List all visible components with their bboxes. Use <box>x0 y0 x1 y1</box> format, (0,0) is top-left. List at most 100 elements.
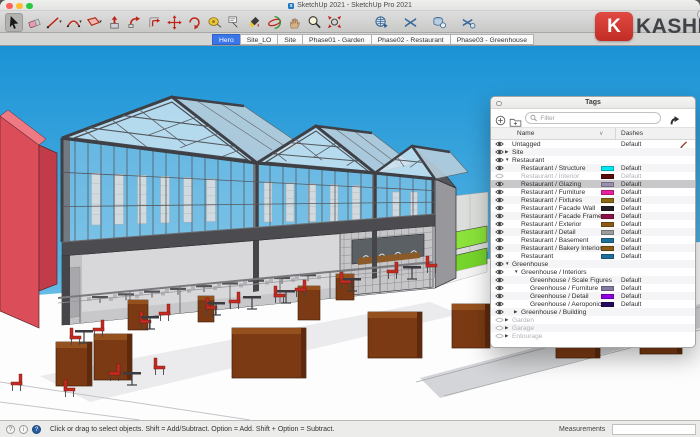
measurements-input[interactable] <box>612 424 696 435</box>
tag-dashes-value[interactable]: Default <box>621 253 641 260</box>
select-tool[interactable] <box>5 12 23 32</box>
tag-row-restaurant-facade-frame[interactable]: Restaurant / Facade Frame Default <box>491 212 695 220</box>
tag-color-swatch[interactable] <box>601 253 614 259</box>
scene-tab-site-lo[interactable]: Site_LO <box>239 34 279 45</box>
line-tool-dropdown-icon[interactable]: ▾ <box>59 19 62 25</box>
tag-dashes-value[interactable]: Default <box>621 173 641 180</box>
tag-row-restaurant[interactable]: Restaurant Default <box>491 252 695 260</box>
disclosure-expanded-icon[interactable]: ▼ <box>505 261 509 266</box>
tag-row-greenhouse-furniture[interactable]: Greenhouse / Furniture Default <box>491 284 695 292</box>
add-location-tool[interactable] <box>372 13 390 32</box>
tape-measure-tool[interactable] <box>205 13 223 32</box>
tag-dashes-value[interactable]: Default <box>621 189 641 196</box>
line-tool[interactable]: ▾ <box>45 13 63 32</box>
tag-row-greenhouse-folder[interactable]: ▼ Greenhouse <box>491 260 695 268</box>
tag-dashes-value[interactable]: Default <box>621 181 641 188</box>
tag-row-restaurant-glazing[interactable]: Restaurant / Glazing Default <box>491 180 695 188</box>
help-circle-icon[interactable]: ? <box>6 425 15 434</box>
tag-row-greenhouse-interiors-folder[interactable]: ▼ Greenhouse / Interiors <box>491 268 695 276</box>
info-circle-icon[interactable]: i <box>19 425 28 434</box>
scene-tab-phase01-garden[interactable]: Phase01 - Garden <box>302 34 372 45</box>
tag-color-swatch[interactable] <box>601 197 614 203</box>
paint-bucket-tool[interactable] <box>245 13 263 32</box>
column-name[interactable]: Name <box>517 130 534 137</box>
tag-row-site-folder[interactable]: ▶ Site <box>491 148 695 156</box>
tag-color-swatch[interactable] <box>601 165 614 171</box>
arc-tool[interactable]: ▾ <box>65 13 83 32</box>
share-model-tool[interactable] <box>430 13 448 32</box>
column-dashes[interactable]: Dashes <box>621 130 643 137</box>
zoom-extents-tool[interactable] <box>325 13 343 32</box>
sort-chevron-icon[interactable]: ∨ <box>599 130 603 137</box>
tag-row-greenhouse-detail[interactable]: Greenhouse / Detail Default <box>491 292 695 300</box>
extension-warehouse-tool[interactable] <box>459 13 477 32</box>
panel-close-button[interactable] <box>496 100 502 106</box>
tag-dashes-value[interactable]: Default <box>621 277 641 284</box>
tag-color-swatch[interactable] <box>601 205 614 211</box>
tag-dashes-value[interactable]: Default <box>621 237 641 244</box>
rectangle-tool-dropdown-icon[interactable]: ▾ <box>99 19 102 25</box>
rotate-tool[interactable] <box>185 13 203 32</box>
tag-row-entourage-folder[interactable]: ▶ Entourage <box>491 332 695 340</box>
tag-color-swatch[interactable] <box>601 285 614 291</box>
tag-dashes-value[interactable]: Default <box>621 197 641 204</box>
tag-row-restaurant-fixtures[interactable]: Restaurant / Fixtures Default <box>491 196 695 204</box>
disclosure-collapsed-icon[interactable]: ▶ <box>505 333 508 339</box>
tag-row-greenhouse-aeroponics[interactable]: Greenhouse / Aeroponics Default <box>491 300 695 308</box>
warehouse-3d-tool[interactable] <box>401 13 419 32</box>
tag-row-restaurant-folder[interactable]: ▼ Restaurant <box>491 156 695 164</box>
tag-row-untagged[interactable]: Untagged Default <box>491 140 695 148</box>
tag-color-swatch[interactable] <box>601 301 614 307</box>
tag-color-swatch[interactable] <box>601 237 614 243</box>
disclosure-collapsed-icon[interactable]: ▶ <box>505 317 508 323</box>
scene-tab-hero[interactable]: Hero <box>212 34 241 45</box>
tag-color-swatch[interactable] <box>601 229 614 235</box>
disclosure-collapsed-icon[interactable]: ▶ <box>505 325 508 331</box>
disclosure-collapsed-icon[interactable]: ▶ <box>514 309 517 315</box>
offset-tool[interactable] <box>145 13 163 32</box>
tag-row-restaurant-detail[interactable]: Restaurant / Detail Default <box>491 228 695 236</box>
tag-dashes-value[interactable]: Default <box>621 205 641 212</box>
follow-me-tool[interactable] <box>125 13 143 32</box>
zoom-tool[interactable] <box>305 13 323 32</box>
pan-tool[interactable] <box>285 13 303 32</box>
tag-row-restaurant-furniture[interactable]: Restaurant / Furniture Default <box>491 188 695 196</box>
push-pull-tool[interactable] <box>105 13 123 32</box>
tag-row-garage-folder[interactable]: ▶ Garage <box>491 324 695 332</box>
tag-dashes-value[interactable]: Default <box>621 245 641 252</box>
tag-row-restaurant-exterior[interactable]: Restaurant / Exterior Default <box>491 220 695 228</box>
tag-color-swatch[interactable] <box>601 181 614 187</box>
tag-dashes-value[interactable]: Default <box>621 229 641 236</box>
move-tool[interactable] <box>165 13 183 32</box>
scene-tab-phase03-greenhouse[interactable]: Phase03 - Greenhouse <box>449 34 534 45</box>
tag-dashes-value[interactable]: Default <box>621 165 641 172</box>
tag-color-swatch[interactable] <box>601 173 614 179</box>
text-tool[interactable] <box>225 13 243 32</box>
visibility-eye-off-icon[interactable] <box>495 333 504 341</box>
tag-row-greenhouse-building-folder[interactable]: ▶ Greenhouse / Building <box>491 308 695 316</box>
rectangle-tool[interactable]: ▾ <box>85 13 103 32</box>
tag-filter-input[interactable] <box>540 114 656 122</box>
tag-row-restaurant-structure[interactable]: Restaurant / Structure Default <box>491 164 695 172</box>
tag-color-swatch[interactable] <box>601 189 614 195</box>
tag-dashes-value[interactable]: Default <box>621 221 641 228</box>
tag-dashes-value[interactable]: Default <box>621 285 641 292</box>
orbit-tool[interactable] <box>265 13 283 32</box>
tag-row-restaurant-bakery-interior[interactable]: Restaurant / Bakery Interior Default <box>491 244 695 252</box>
tag-color-swatch[interactable] <box>601 293 614 299</box>
tag-row-greenhouse-scale-figures[interactable]: Greenhouse / Scale Figures Default <box>491 276 695 284</box>
tag-row-restaurant-facade-wall[interactable]: Restaurant / Facade Wall Default <box>491 204 695 212</box>
tag-color-swatch[interactable] <box>601 245 614 251</box>
disclosure-expanded-icon[interactable]: ▼ <box>514 269 518 274</box>
eraser-tool[interactable] <box>25 13 43 32</box>
arc-tool-dropdown-icon[interactable]: ▾ <box>79 19 82 25</box>
geolocation-help-icon[interactable]: ? <box>32 425 41 434</box>
scene-tab-site[interactable]: Site <box>277 34 304 45</box>
tag-color-swatch[interactable] <box>601 213 614 219</box>
tag-dashes-value[interactable]: Default <box>621 301 641 308</box>
tag-row-garden-folder[interactable]: ▶ Garden <box>491 316 695 324</box>
tag-dashes-value[interactable]: Default <box>621 213 641 220</box>
disclosure-expanded-icon[interactable]: ▼ <box>505 157 509 162</box>
tag-row-restaurant-interior[interactable]: Restaurant / Interior Default <box>491 172 695 180</box>
disclosure-collapsed-icon[interactable]: ▶ <box>505 149 508 155</box>
